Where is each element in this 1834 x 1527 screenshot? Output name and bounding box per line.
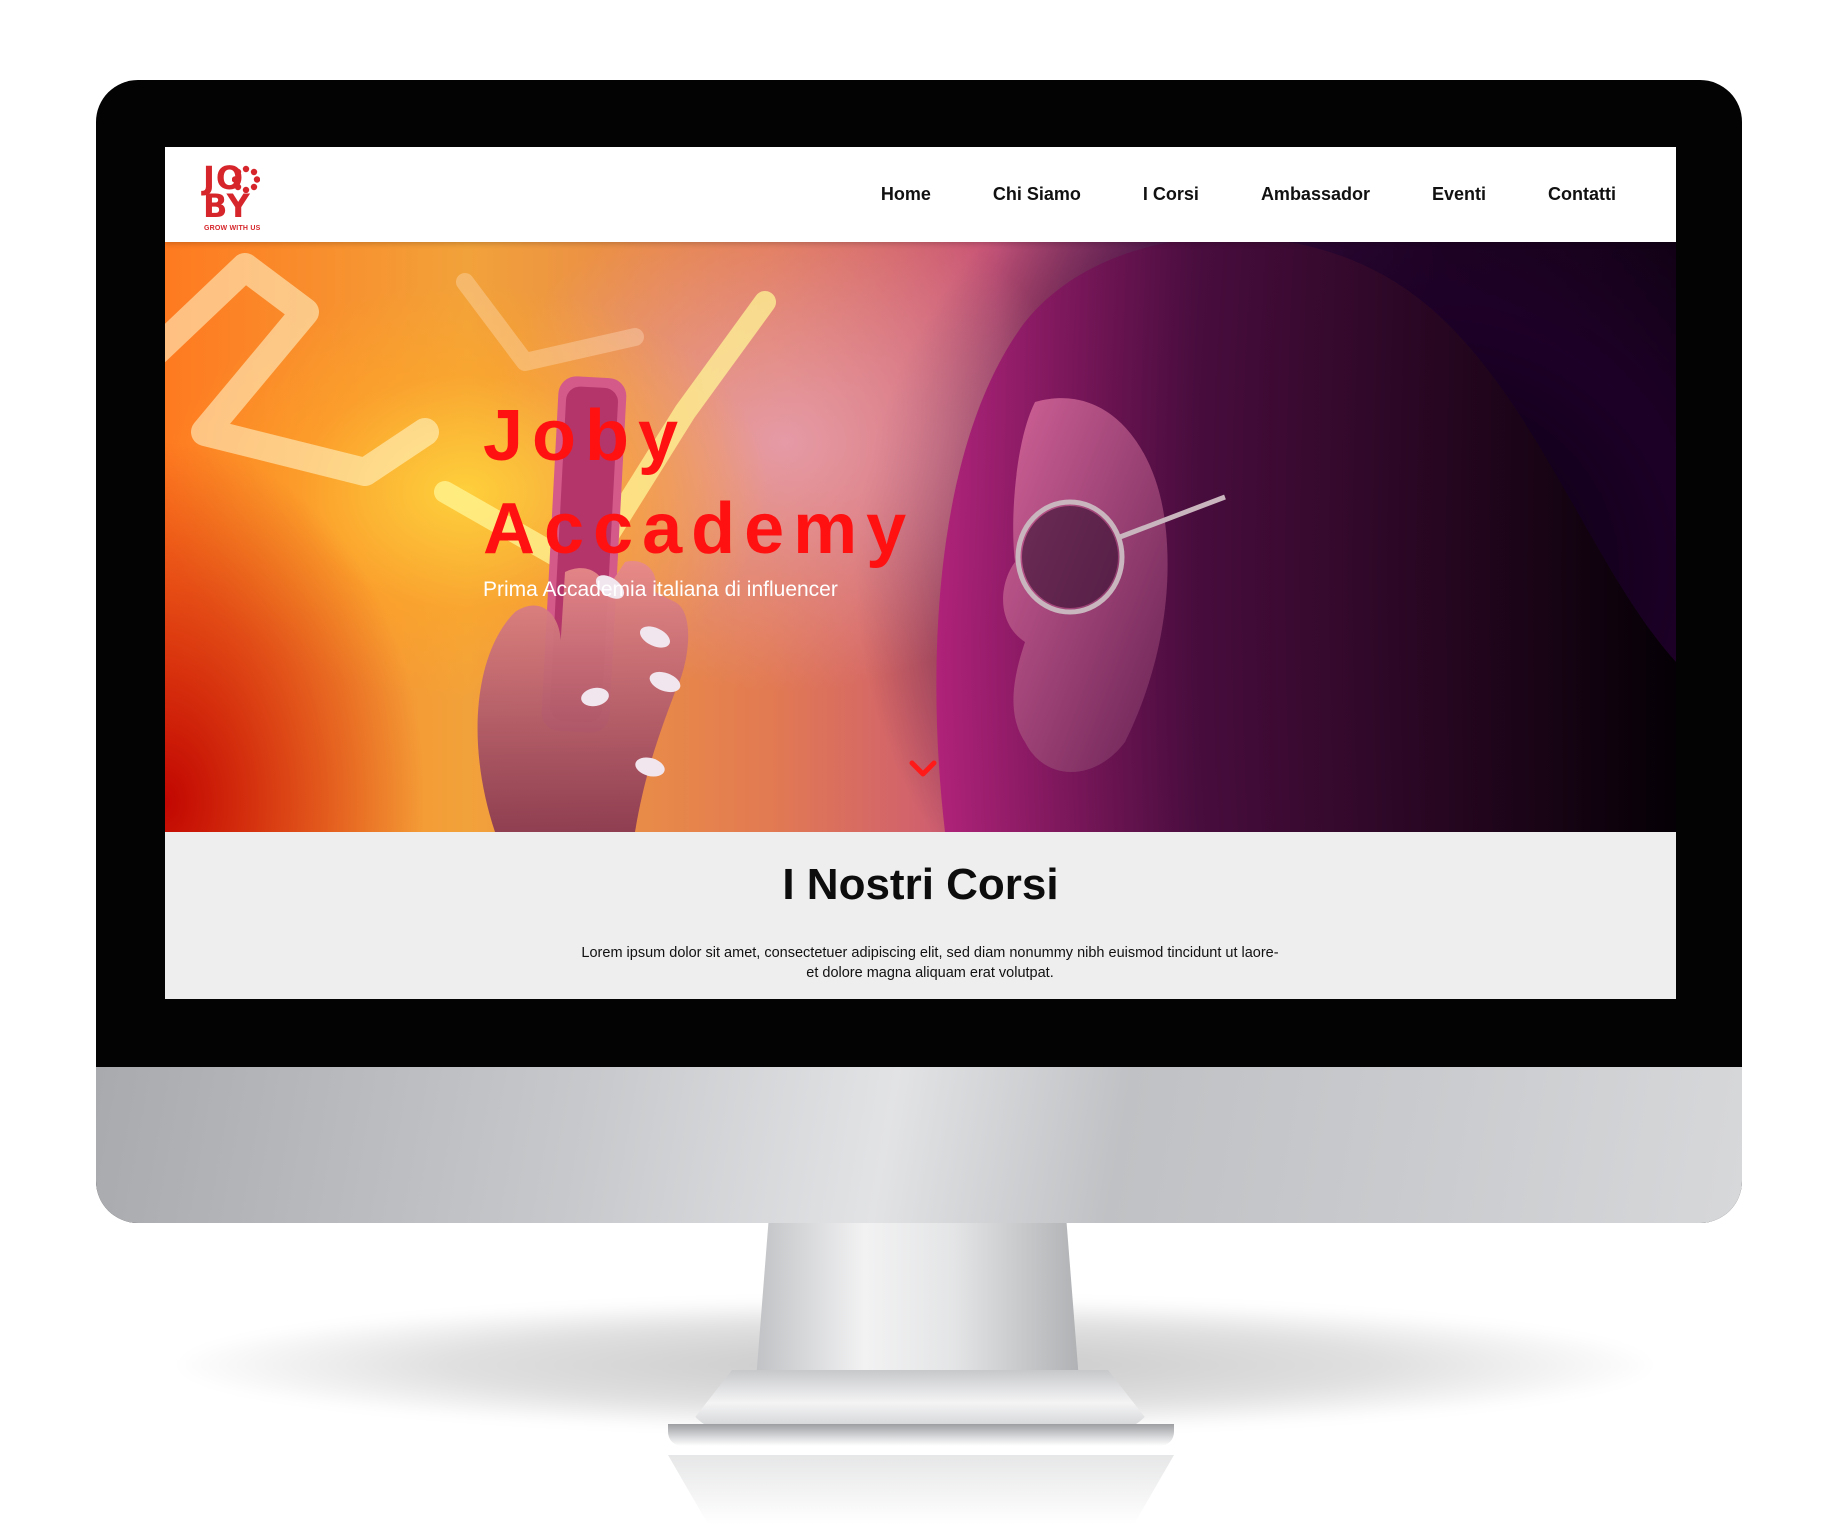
- hero-title: Joby Accademy: [483, 390, 1043, 576]
- logo-tagline: GROW WITH US: [204, 225, 261, 232]
- nav-item-chi-siamo[interactable]: Chi Siamo: [993, 184, 1081, 205]
- courses-title: I Nostri Corsi: [782, 860, 1059, 909]
- logo-text-bottom: BY: [203, 187, 251, 225]
- nav-item-contatti[interactable]: Contatti: [1548, 184, 1616, 205]
- website-screen: JO BY GROW WITH US Home Chi Siamo I Cors…: [165, 147, 1676, 999]
- hero-banner: Joby Accademy Prima Accademia italiana di…: [165, 242, 1676, 832]
- monitor-stand-foot: [685, 1370, 1155, 1430]
- monitor-stand-base: [668, 1424, 1174, 1446]
- nav-item-home[interactable]: Home: [881, 184, 931, 205]
- monitor-stand-reflection: [668, 1455, 1174, 1525]
- main-navigation: Home Chi Siamo I Corsi Ambassador Eventi…: [881, 147, 1616, 242]
- courses-section: I Nostri Corsi Lorem ipsum dolor sit ame…: [165, 832, 1676, 999]
- monitor-chin: [96, 1067, 1742, 1223]
- site-header: JO BY GROW WITH US Home Chi Siamo I Cors…: [165, 147, 1676, 242]
- mockup-stage: JO BY GROW WITH US Home Chi Siamo I Cors…: [0, 0, 1834, 1527]
- courses-description-line-1: Lorem ipsum dolor sit amet, consectetuer…: [581, 945, 1279, 961]
- courses-description: Lorem ipsum dolor sit amet, consectetuer…: [550, 943, 1310, 983]
- chevron-down-icon[interactable]: [908, 757, 938, 781]
- nav-item-eventi[interactable]: Eventi: [1432, 184, 1486, 205]
- courses-description-line-2: et dolore magna aliquam erat volutpat.: [806, 965, 1054, 981]
- joby-logo[interactable]: JO BY GROW WITH US: [203, 161, 269, 237]
- nav-item-i-corsi[interactable]: I Corsi: [1143, 184, 1199, 205]
- hero-title-line-1: Joby: [483, 396, 688, 476]
- nav-item-ambassador[interactable]: Ambassador: [1261, 184, 1370, 205]
- hero-subtitle: Prima Accademia italiana di influencer: [483, 578, 838, 601]
- hero-title-line-2: Accademy: [483, 489, 916, 569]
